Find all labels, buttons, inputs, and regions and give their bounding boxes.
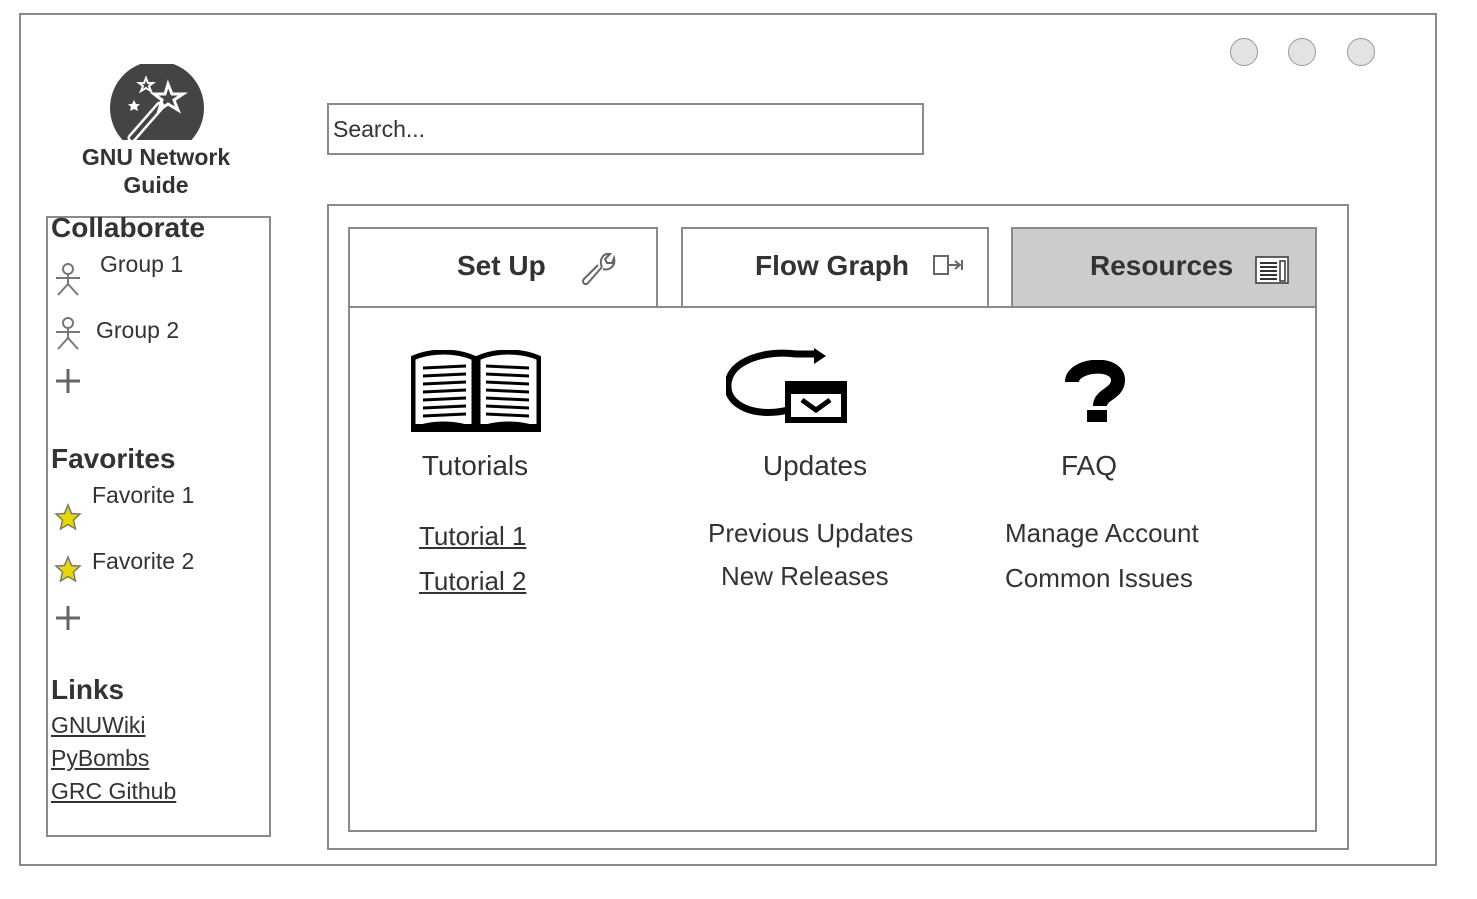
- star-icon: [54, 503, 84, 537]
- minimize-button[interactable]: [1230, 38, 1258, 66]
- tab-label: Resources: [1090, 250, 1234, 281]
- new-releases-link[interactable]: New Releases: [721, 561, 889, 592]
- magic-wand-logo-icon: [110, 64, 204, 140]
- tutorial-2-link[interactable]: Tutorial 2: [419, 566, 526, 597]
- link-gnuwiki[interactable]: GNUWiki: [51, 712, 146, 739]
- tab-label: Set Up: [457, 250, 546, 281]
- book-icon: [410, 349, 542, 437]
- app-title-line-2: Guide: [123, 172, 189, 198]
- tab-flow-graph[interactable]: Flow Graph: [681, 227, 989, 308]
- close-button[interactable]: [1347, 38, 1375, 66]
- link-grc-github[interactable]: GRC Github: [51, 778, 176, 805]
- tutorials-title: Tutorials: [421, 450, 529, 481]
- app-title: GNU Network Guide: [56, 143, 256, 199]
- search-input[interactable]: [327, 103, 924, 155]
- common-issues-link[interactable]: Common Issues: [1005, 563, 1193, 594]
- flow-graph-icon: [933, 253, 965, 284]
- faq-title: FAQ: [1060, 450, 1117, 481]
- tutorial-1-link[interactable]: Tutorial 1: [419, 521, 526, 552]
- collaborate-title: Collaborate: [51, 212, 206, 243]
- star-icon: [54, 555, 84, 589]
- tab-resources[interactable]: Resources: [1011, 227, 1317, 308]
- updates-title: Updates: [762, 450, 868, 481]
- links-title: Links: [51, 674, 125, 705]
- question-icon: [1062, 359, 1128, 429]
- tab-set-up[interactable]: Set Up: [348, 227, 658, 308]
- person-icon: [53, 262, 83, 296]
- sidebar-item-favorite-1[interactable]: Favorite 1: [92, 482, 194, 509]
- link-pybombs[interactable]: PyBombs: [51, 745, 149, 772]
- maximize-button[interactable]: [1288, 38, 1316, 66]
- document-icon: [1255, 255, 1289, 290]
- favorites-title: Favorites: [51, 443, 176, 474]
- add-group-plus-icon[interactable]: [53, 366, 83, 400]
- previous-updates-link[interactable]: Previous Updates: [708, 518, 913, 549]
- add-favorite-plus-icon[interactable]: [53, 603, 83, 637]
- sidebar-item-favorite-2[interactable]: Favorite 2: [92, 548, 194, 575]
- sidebar-item-group-1[interactable]: Group 1: [100, 251, 183, 278]
- manage-account-link[interactable]: Manage Account: [1005, 518, 1199, 549]
- refresh-mail-icon: [724, 348, 848, 429]
- sidebar-item-group-2[interactable]: Group 2: [96, 317, 179, 344]
- app-title-line-1: GNU Network: [81, 144, 231, 170]
- wrench-icon: [580, 249, 616, 292]
- person-icon: [53, 316, 83, 350]
- tab-label: Flow Graph: [755, 250, 909, 281]
